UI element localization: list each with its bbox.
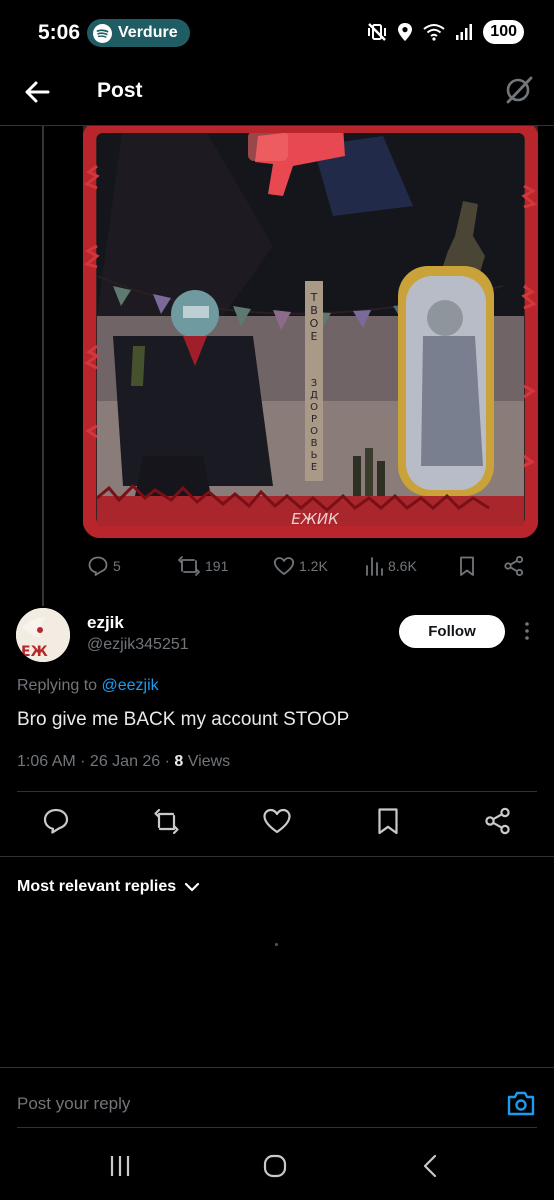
share-button[interactable] xyxy=(503,555,525,577)
replying-mention-link[interactable]: @eezjik xyxy=(102,677,159,694)
sort-label: Most relevant replies xyxy=(17,878,177,895)
status-time: 5:06 xyxy=(38,21,81,44)
svg-text:Е: Е xyxy=(311,330,318,343)
svg-text:О: О xyxy=(310,426,318,437)
home-button[interactable] xyxy=(263,1154,287,1183)
svg-text:EЖ: EЖ xyxy=(21,644,48,660)
media-signature: EЖИК xyxy=(291,510,340,528)
now-playing-pill[interactable]: Verdure xyxy=(87,19,190,47)
camera-icon xyxy=(507,1091,535,1116)
chevron-down-icon xyxy=(185,882,200,892)
svg-text:Е: Е xyxy=(311,462,317,473)
share-button[interactable] xyxy=(483,806,513,836)
reply-button[interactable] xyxy=(41,806,71,836)
recent-apps-button[interactable] xyxy=(108,1154,132,1183)
more-options-button[interactable] xyxy=(518,620,536,642)
replying-to: Replying to @eezjik xyxy=(17,677,159,695)
camera-button[interactable] xyxy=(506,1089,536,1117)
recent-apps-icon xyxy=(110,1156,130,1176)
grok-button[interactable] xyxy=(502,73,536,107)
share-icon xyxy=(504,555,524,577)
parent-post-actions: 5 191 1.2K 8.6K xyxy=(0,552,554,582)
bookmark-button[interactable] xyxy=(457,555,477,577)
home-icon xyxy=(263,1154,287,1178)
follow-button[interactable]: Follow xyxy=(399,615,505,648)
like-button[interactable] xyxy=(262,806,292,836)
replying-prefix: Replying to xyxy=(17,677,102,694)
svg-text:В: В xyxy=(311,438,318,449)
loading-indicator xyxy=(275,943,278,946)
status-bar: 5:06 Verdure 100 xyxy=(0,0,554,64)
battery-indicator: 100 xyxy=(483,20,524,44)
repost-count-button[interactable]: 191 xyxy=(177,555,228,577)
divider xyxy=(17,791,537,792)
bookmark-button[interactable] xyxy=(373,806,403,836)
svg-text:З: З xyxy=(311,378,317,389)
thread-line xyxy=(42,126,44,606)
analytics-icon xyxy=(366,557,383,576)
heart-icon xyxy=(263,808,291,834)
reply-icon xyxy=(88,556,108,576)
like-count-button[interactable]: 1.2K xyxy=(273,555,328,577)
post-header: Post xyxy=(0,64,554,126)
reply-icon xyxy=(43,808,69,834)
spotify-icon xyxy=(93,23,112,43)
bookmark-icon xyxy=(378,808,398,835)
user-handle[interactable]: @ezjik345251 xyxy=(87,636,189,654)
avatar[interactable]: EЖ xyxy=(16,608,70,662)
repost-icon xyxy=(178,556,200,576)
now-playing-label: Verdure xyxy=(118,24,178,41)
back-nav-button[interactable] xyxy=(420,1154,442,1183)
reply-composer: Post your reply xyxy=(0,1067,554,1129)
repost-button[interactable] xyxy=(151,806,181,836)
like-count: 1.2K xyxy=(299,558,328,574)
reply-input-underline xyxy=(17,1127,537,1128)
svg-text:В: В xyxy=(310,304,318,317)
svg-text:Д: Д xyxy=(310,390,318,401)
repost-icon xyxy=(154,808,179,835)
reply-input[interactable]: Post your reply xyxy=(17,1094,130,1114)
reply-count-button[interactable]: 5 xyxy=(87,555,121,577)
svg-text:Ь: Ь xyxy=(311,450,318,461)
reply-count: 5 xyxy=(113,558,121,574)
heart-icon xyxy=(273,557,295,575)
wifi-icon xyxy=(423,24,445,41)
page-title: Post xyxy=(97,79,143,102)
display-name[interactable]: ezjik xyxy=(87,613,124,633)
system-nav-bar xyxy=(0,1130,554,1200)
views-count: 8.6K xyxy=(388,558,417,574)
grok-icon xyxy=(506,76,533,104)
post-views-label[interactable]: Views xyxy=(183,753,230,770)
media-text-1: Т xyxy=(310,291,318,304)
post-views-count[interactable]: 8 xyxy=(174,753,183,770)
status-icons: 100 xyxy=(367,20,524,44)
svg-text:О: О xyxy=(310,317,319,330)
arrow-left-icon xyxy=(25,81,50,103)
post-timestamp: 1:06 AM · 26 Jan 26 · xyxy=(17,753,175,770)
back-button[interactable] xyxy=(22,76,54,108)
svg-text:О: О xyxy=(310,402,318,413)
back-chevron-icon xyxy=(423,1154,437,1178)
mute-vibrate-icon xyxy=(368,23,387,41)
divider xyxy=(0,856,554,857)
post-meta: 1:06 AM · 26 Jan 26 · 8 Views xyxy=(17,753,230,771)
more-vertical-icon xyxy=(525,622,529,640)
post-text: Bro give me BACK my account STOOP xyxy=(17,709,350,730)
svg-text:Р: Р xyxy=(311,414,317,425)
bookmark-icon xyxy=(460,556,474,576)
reply-post-actions xyxy=(0,806,554,840)
repost-count: 191 xyxy=(205,558,229,574)
share-icon xyxy=(485,807,510,835)
location-icon xyxy=(398,23,413,41)
sort-replies-dropdown[interactable]: Most relevant replies xyxy=(17,878,200,896)
signal-icon xyxy=(456,24,473,40)
views-count-button[interactable]: 8.6K xyxy=(364,555,417,577)
post-media-image[interactable]: Т В О Е З Д О Р О В Ь Е EЖИК xyxy=(83,126,538,538)
